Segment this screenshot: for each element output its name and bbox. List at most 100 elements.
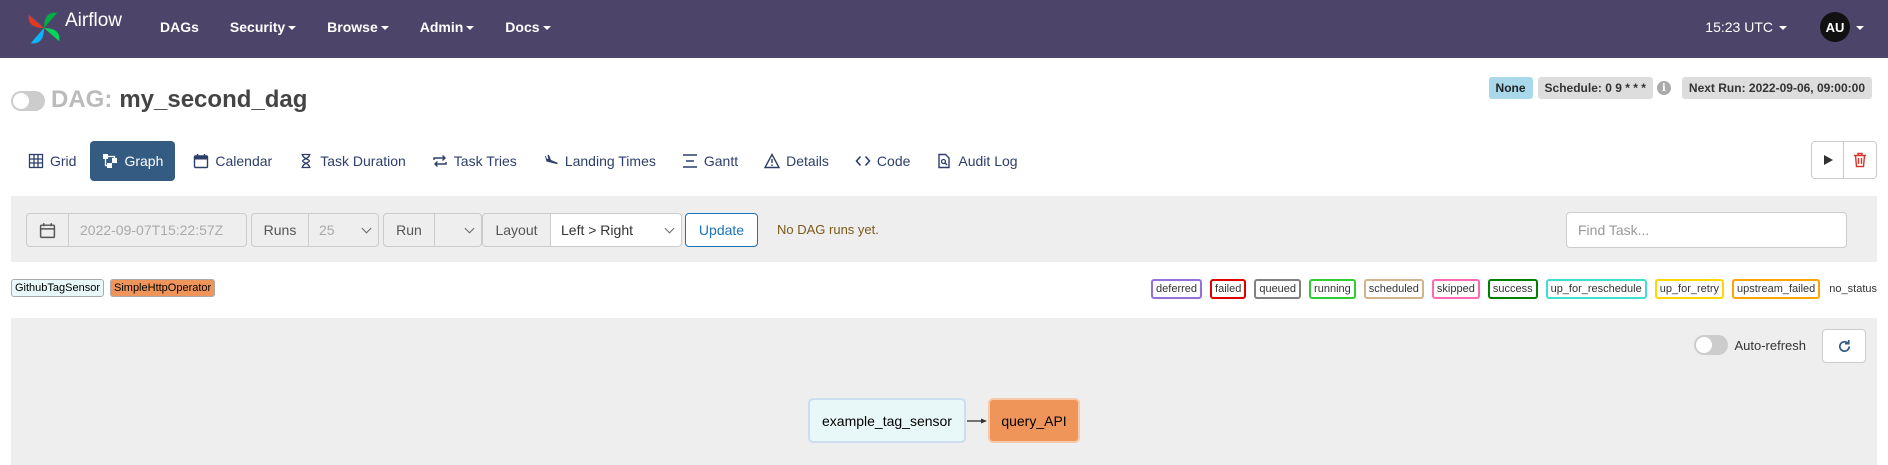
state-legend-up-for-reschedule[interactable]: up_for_reschedule	[1545, 279, 1647, 299]
state-legend-scheduled[interactable]: scheduled	[1363, 279, 1424, 299]
layout-group: Layout Left > Right	[482, 213, 682, 247]
calendar-picker-button[interactable]	[26, 213, 69, 247]
task-node-label: example_tag_sensor	[822, 412, 952, 429]
state-legend-skipped[interactable]: skipped	[1431, 279, 1480, 299]
tab-details-label: Details	[786, 153, 829, 169]
tab-grid-label: Grid	[50, 153, 77, 169]
task-node-label: query_API	[1001, 412, 1067, 429]
state-legend-deferred[interactable]: deferred	[1151, 279, 1203, 299]
state-legend-up-for-retry[interactable]: up_for_retry	[1654, 279, 1725, 299]
nav-browse-label: Browse	[327, 19, 378, 35]
state-legend-failed[interactable]: failed	[1210, 279, 1247, 299]
graph-filter-bar: 2022-09-07T15:22:57Z Runs 25 Run Layout …	[11, 196, 1877, 262]
tab-task-tries[interactable]: Task Tries	[420, 141, 529, 181]
tab-task-duration-label: Task Duration	[320, 153, 406, 169]
graph-icon	[102, 153, 118, 169]
user-menu[interactable]: AU	[1820, 12, 1864, 42]
state-legend: deferred failed queued running scheduled…	[1143, 279, 1877, 299]
update-button[interactable]: Update	[685, 213, 758, 247]
edge-arrow-icon	[967, 418, 987, 424]
tab-landing-times-label: Landing Times	[564, 153, 656, 169]
run-label: Run	[383, 213, 435, 247]
refresh-button[interactable]	[1822, 329, 1866, 363]
auto-refresh-label: Auto-refresh	[1734, 337, 1806, 353]
state-legend-upstream-failed[interactable]: upstream_failed	[1732, 279, 1821, 299]
tab-gantt[interactable]: Gantt	[670, 141, 750, 181]
page-title: DAG: my_second_dag	[51, 86, 307, 114]
operator-legend: GithubTagSensor SimpleHttpOperator	[11, 279, 221, 297]
tab-calendar[interactable]: Calendar	[181, 141, 284, 181]
gantt-icon	[682, 153, 698, 169]
dag-pause-toggle[interactable]	[11, 91, 45, 111]
run-select[interactable]	[435, 213, 482, 247]
nav-dags-label: DAGs	[160, 19, 199, 35]
nav-admin[interactable]: Admin	[420, 19, 475, 35]
base-date-input[interactable]: 2022-09-07T15:22:57Z	[69, 213, 247, 247]
info-icon[interactable]: i	[1656, 81, 1671, 95]
tab-graph-label: Graph	[124, 153, 164, 169]
nav-docs[interactable]: Docs	[505, 19, 551, 35]
tab-graph[interactable]: Graph	[90, 141, 176, 181]
nav-docs-label: Docs	[505, 19, 540, 35]
view-tabs: Grid Graph Calendar Task Duration Task T…	[16, 141, 1032, 181]
main-menu: DAGs Security Browse Admin Docs	[160, 0, 582, 54]
base-date-group: 2022-09-07T15:22:57Z	[26, 213, 247, 247]
hourglass-icon	[298, 153, 314, 169]
brand-logo-link[interactable]: Airflow	[25, 6, 122, 50]
state-legend-no-status[interactable]: no_status	[1829, 283, 1877, 295]
play-icon	[1823, 155, 1833, 165]
caret-down-icon	[542, 26, 551, 30]
trigger-dag-button[interactable]	[1811, 141, 1844, 179]
top-navbar: Airflow DAGs Security Browse Admin Docs …	[0, 0, 1888, 58]
tab-grid[interactable]: Grid	[16, 141, 88, 181]
dag-badges: None Schedule: 0 9 * * * i Next Run: 202…	[1483, 77, 1872, 99]
calendar-icon	[193, 153, 209, 169]
task-node-query-api[interactable]: query_API	[988, 398, 1080, 443]
tab-audit-log[interactable]: Audit Log	[924, 141, 1029, 181]
tab-gantt-label: Gantt	[703, 153, 739, 169]
state-legend-running[interactable]: running	[1309, 279, 1356, 299]
next-run-badge: Next Run: 2022-09-06, 09:00:00	[1681, 77, 1872, 99]
nav-dags[interactable]: DAGs	[160, 19, 199, 35]
operator-legend-item: SimpleHttpOperator	[110, 279, 216, 297]
dag-name: my_second_dag	[119, 86, 308, 113]
tab-calendar-label: Calendar	[215, 153, 273, 169]
calendar-icon	[39, 222, 56, 238]
caret-down-icon	[466, 26, 475, 30]
caret-down-icon	[380, 26, 389, 30]
state-legend-queued[interactable]: queued	[1254, 279, 1302, 299]
dag-actions	[1811, 141, 1877, 179]
runs-select[interactable]: 25	[309, 213, 379, 247]
schedule-badge: Schedule: 0 9 * * *	[1537, 77, 1653, 99]
nav-security-label: Security	[229, 19, 286, 35]
nav-security[interactable]: Security	[229, 19, 297, 35]
tab-code[interactable]: Code	[843, 141, 922, 181]
layout-select[interactable]: Left > Right	[551, 213, 682, 247]
layout-label: Layout	[482, 213, 551, 247]
run-group: Run	[383, 213, 482, 247]
runs-label: Runs	[251, 213, 309, 247]
find-task-input[interactable]: Find Task...	[1566, 212, 1847, 248]
timezone-dropdown[interactable]: 15:23 UTC	[1705, 19, 1787, 35]
warning-triangle-icon	[764, 153, 781, 169]
tab-landing-times[interactable]: Landing Times	[531, 141, 668, 181]
nav-right: 15:23 UTC AU	[1705, 0, 1888, 54]
state-legend-success[interactable]: success	[1487, 279, 1538, 299]
dataset-badge: None	[1488, 77, 1533, 99]
tab-details[interactable]: Details	[752, 141, 841, 181]
delete-dag-button[interactable]	[1844, 141, 1877, 179]
runs-group: Runs 25	[251, 213, 379, 247]
runs-select-value: 25	[319, 222, 335, 238]
nav-browse[interactable]: Browse	[327, 19, 389, 35]
tab-task-duration[interactable]: Task Duration	[286, 141, 418, 181]
dag-prefix: DAG:	[51, 86, 113, 113]
nav-admin-label: Admin	[419, 19, 464, 35]
chevron-down-icon	[464, 223, 475, 233]
status-message: No DAG runs yet.	[777, 222, 879, 237]
code-icon	[855, 153, 871, 169]
chevron-down-icon	[664, 223, 675, 233]
task-node-example-tag-sensor[interactable]: example_tag_sensor	[808, 398, 966, 443]
airflow-pinwheel-icon	[28, 12, 60, 44]
dag-graph-canvas[interactable]: Auto-refresh example_tag_sensor query_AP…	[11, 318, 1877, 465]
auto-refresh-toggle[interactable]	[1694, 335, 1729, 355]
